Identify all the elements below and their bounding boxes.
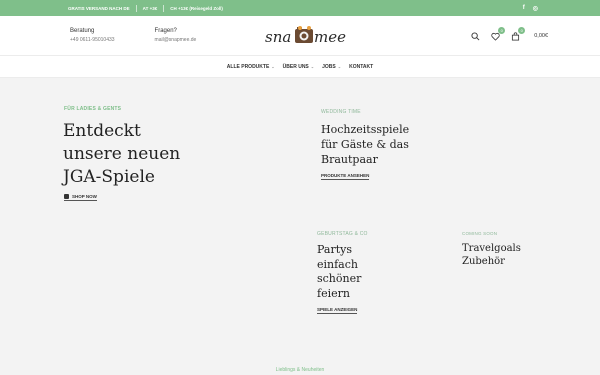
shopping-bag-icon xyxy=(64,194,69,200)
header-actions: 0 0 0,00€ xyxy=(470,16,548,56)
shipping-messages: GRATIS VERSAND NACH DE AT +3€ CH +13€ (R… xyxy=(62,4,229,12)
hero-heading-line: JGA-Spiele xyxy=(63,167,155,187)
wedding-heading-line: Brautpaar xyxy=(321,153,378,166)
contact-phone: Beratung +49 0611-95010433 xyxy=(70,28,115,43)
cart-count-badge: 0 xyxy=(518,27,526,34)
wishlist-icon[interactable]: 0 xyxy=(490,27,506,41)
travel-heading-line: Zubehör xyxy=(462,256,505,267)
search-icon[interactable] xyxy=(470,31,480,41)
spiele-anzeigen-link[interactable]: SPIELE ANZEIGEN xyxy=(317,307,358,314)
wedding-heading: Hochzeitsspiele für Gäste & das Brautpaa… xyxy=(321,122,409,167)
logo-text-left: sna xyxy=(265,28,291,46)
wedding-kicker: WEDDING TIME xyxy=(321,109,361,115)
contact-email-value[interactable]: mail@snapmee.de xyxy=(155,37,197,43)
nav-label: ÜBER UNS xyxy=(282,63,309,70)
shipping-msg-de: GRATIS VERSAND NACH DE xyxy=(68,5,130,11)
homepage-banners: FÜR LADIES & GENTS Entdeckt unsere neuen… xyxy=(0,78,600,375)
top-announcement-bar: GRATIS VERSAND NACH DE AT +3€ CH +13€ (R… xyxy=(0,0,600,16)
chevron-down-icon: ⌄ xyxy=(337,64,342,69)
cart-icon[interactable]: 0 xyxy=(510,27,526,41)
facebook-icon[interactable]: f xyxy=(523,5,525,12)
hero-heading: Entdeckt unsere neuen JGA-Spiele xyxy=(63,120,180,189)
birthday-heading: Partys einfach schöner feiern xyxy=(317,243,361,301)
travel-heading-line: Travelgoals xyxy=(462,243,521,254)
nav-label: ALLE PRODUKTE xyxy=(226,63,270,70)
contact-email: Fragen? mail@snapmee.de xyxy=(155,28,197,43)
hero-heading-line: Entdeckt xyxy=(63,121,141,141)
section-kicker: Lieblings & Neuheiten xyxy=(275,367,325,373)
chevron-down-icon: ⌄ xyxy=(271,64,275,69)
chevron-down-icon: ⌄ xyxy=(310,64,315,69)
header-contact: Beratung +49 0611-95010433 Fragen? mail@… xyxy=(70,28,196,43)
site-header: Beratung +49 0611-95010433 Fragen? mail@… xyxy=(0,16,600,56)
camera-icon xyxy=(295,26,313,43)
shipping-msg-at: AT +3€ xyxy=(142,5,158,11)
birthday-kicker: GEBURTSTAG & CO xyxy=(317,231,368,237)
travel-heading: Travelgoals Zubehör xyxy=(462,242,521,268)
nav-label: KONTAKT xyxy=(349,63,374,70)
nav-label: JOBS xyxy=(322,63,336,70)
cart-total[interactable]: 0,00€ xyxy=(534,33,548,39)
shipping-msg-ch: CH +13€ (Reisegeld Zoll) xyxy=(170,5,223,11)
birthday-heading-line: Partys xyxy=(317,243,353,256)
main-navigation: ALLE PRODUKTE ⌄ ÜBER UNS ⌄ JOBS ⌄ KONTAKT xyxy=(0,56,600,78)
wishlist-count-badge: 0 xyxy=(498,27,506,34)
contact-phone-title: Beratung xyxy=(70,28,95,34)
shop-now-label: SHOP NOW xyxy=(72,194,97,199)
hero-kicker: FÜR LADIES & GENTS xyxy=(64,106,122,112)
hero-heading-line: unsere neuen xyxy=(63,144,181,164)
wedding-heading-line: Hochzeitsspiele xyxy=(321,123,410,136)
instagram-icon[interactable]: ◎ xyxy=(533,5,538,12)
birthday-heading-line: schöner xyxy=(317,272,362,285)
nav-item-kontakt[interactable]: KONTAKT xyxy=(349,64,373,70)
social-links: f ◎ xyxy=(523,5,538,12)
travel-kicker: COMING SOON xyxy=(462,231,498,236)
birthday-heading-line: einfach xyxy=(317,257,358,271)
contact-phone-value[interactable]: +49 0611-95010433 xyxy=(70,37,115,43)
nav-item-jobs[interactable]: JOBS ⌄ xyxy=(322,64,341,70)
contact-email-title: Fragen? xyxy=(154,28,177,34)
birthday-heading-line: feiern xyxy=(317,286,350,300)
nav-item-ueber-uns[interactable]: ÜBER UNS ⌄ xyxy=(283,64,314,70)
wedding-heading-line: für Gäste & das xyxy=(321,138,409,151)
produkte-ansehen-link[interactable]: PRODUKTE ANSEHEN xyxy=(321,173,370,180)
nav-item-alle-produkte[interactable]: ALLE PRODUKTE ⌄ xyxy=(227,64,275,70)
snapmee-logo[interactable]: sna mee xyxy=(265,25,365,47)
shop-now-link[interactable]: SHOP NOW xyxy=(64,194,97,202)
logo-text-right: mee xyxy=(314,28,346,46)
